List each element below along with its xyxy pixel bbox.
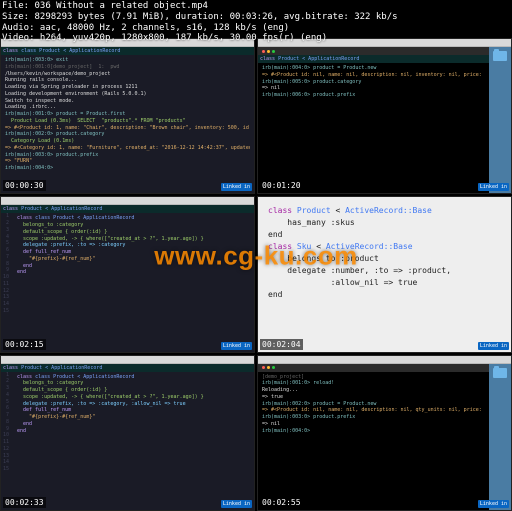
meta-size: Size: 8298293 bytes (7.91 MiB), duration…	[2, 12, 398, 23]
thumbnail-6[interactable]: [demo_project] irb(main):001:0> reload! …	[257, 355, 512, 511]
close-icon[interactable]	[262, 50, 265, 53]
macos-menubar	[1, 356, 254, 364]
line-gutter: 123456789101112131415	[1, 213, 11, 343]
linkedin-badge: Linked in	[221, 342, 252, 350]
folder-icon	[493, 368, 507, 378]
editor-tab-header: class Product < ApplicationRecord	[1, 205, 254, 213]
meta-video: Video: h264, yuv420p, 1280x800, 187 kb/s…	[2, 33, 398, 44]
linkedin-badge: Linked in	[478, 500, 509, 508]
terminal-body: [demo_project] irb(main):001:0> reload! …	[258, 372, 489, 494]
meta-audio: Audio: aac, 48000 Hz, 2 channels, s16, 1…	[2, 23, 398, 34]
linkedin-badge: Linked in	[221, 500, 252, 508]
terminal-body: irb(main):004:0> product = Product.new =…	[258, 63, 489, 185]
thumbnail-5[interactable]: class Product < ApplicationRecord 123456…	[0, 355, 255, 511]
zoom-icon[interactable]	[272, 50, 275, 53]
terminal-titlebar	[258, 47, 489, 55]
timestamp: 00:02:33	[3, 497, 46, 508]
minimize-icon[interactable]	[267, 366, 270, 369]
terminal-window: [demo_project] irb(main):001:0> reload! …	[258, 364, 489, 510]
thumbnail-grid: class class Product < ApplicationRecord …	[0, 38, 512, 511]
macos-menubar	[1, 197, 254, 205]
terminal-body: irb(main):003:0> exit irb(main):001:0[de…	[1, 55, 254, 185]
zoom-icon[interactable]	[272, 366, 275, 369]
timestamp: 00:00:30	[3, 180, 46, 191]
linkedin-badge: Linked in	[221, 183, 252, 191]
window-controls[interactable]	[260, 50, 275, 53]
slide-body: class Product < ActiveRecord::Base has_m…	[258, 197, 511, 327]
linkedin-badge: Linked in	[478, 183, 509, 191]
macos-menubar	[258, 356, 511, 364]
meta-file: File: 036 Without a related object.mp4	[2, 1, 398, 12]
timestamp: 00:02:55	[260, 497, 303, 508]
folder-icon	[493, 51, 507, 61]
editor-body: 123456789101112131415 class class Produc…	[1, 372, 254, 502]
thumbnail-4[interactable]: class Product < ActiveRecord::Base has_m…	[257, 196, 512, 352]
close-icon[interactable]	[262, 366, 265, 369]
terminal-titlebar	[258, 364, 489, 372]
editor-body: 123456789101112131415 class class Produc…	[1, 213, 254, 343]
line-gutter: 123456789101112131415	[1, 372, 11, 502]
terminal-window: class Product < ApplicationRecord irb(ma…	[258, 47, 489, 193]
timestamp: 00:02:04	[260, 339, 303, 350]
file-metadata: File: 036 Without a related object.mp4 S…	[0, 0, 400, 45]
thumbnail-2[interactable]: class Product < ApplicationRecord irb(ma…	[257, 38, 512, 194]
minimize-icon[interactable]	[267, 50, 270, 53]
desktop-sidebar	[489, 364, 511, 510]
desktop-sidebar	[489, 47, 511, 193]
editor-tab-header: class Product < ApplicationRecord	[258, 55, 489, 63]
editor-tab-header: class Product < ApplicationRecord	[1, 364, 254, 372]
linkedin-badge: Linked in	[478, 342, 509, 350]
timestamp: 00:01:20	[260, 180, 303, 191]
window-controls[interactable]	[260, 366, 275, 369]
editor-tab-header: class class Product < ApplicationRecord	[1, 47, 254, 55]
thumbnail-1[interactable]: class class Product < ApplicationRecord …	[0, 38, 255, 194]
thumbnail-3[interactable]: class Product < ApplicationRecord 123456…	[0, 196, 255, 352]
timestamp: 00:02:15	[3, 339, 46, 350]
